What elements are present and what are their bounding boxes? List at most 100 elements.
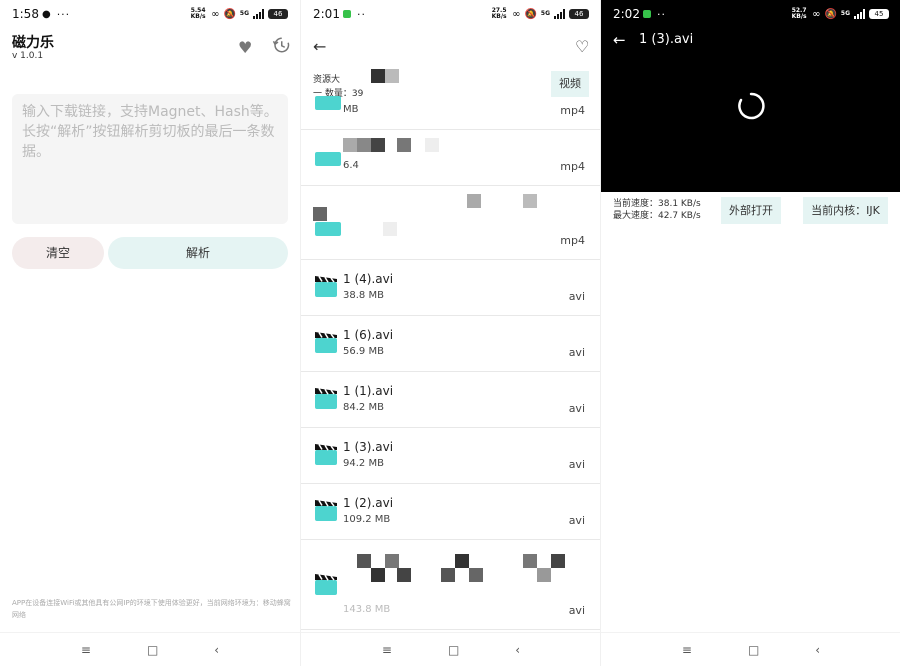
mute-bell-icon: 🔕 — [824, 8, 837, 20]
net-speed: 5.54 KB/s — [190, 7, 206, 20]
history-icon[interactable] — [272, 36, 290, 54]
file-ext: mp4 — [560, 104, 585, 117]
back-nav-icon[interactable]: ‹ — [815, 643, 820, 657]
file-size: 56.9 MB — [343, 346, 384, 357]
more-dots-icon: ·· — [356, 7, 366, 21]
battery-icon: 46 — [268, 9, 288, 19]
file-row[interactable]: MB mp4 — [301, 74, 600, 130]
signal-type: 5G — [540, 10, 550, 17]
back-nav-icon[interactable]: ‹ — [515, 643, 520, 657]
three-phone-screens: 1:58 ● ··· 5.54 KB/s ∞ 🔕 5G 46 磁力乐 v 1.0… — [0, 0, 900, 666]
player-core-button[interactable]: 当前内核：IJK — [803, 197, 888, 224]
file-size: 38.8 MB — [343, 290, 384, 301]
file-name: 1 (3).avi — [343, 440, 394, 454]
app-title: 磁力乐 — [12, 35, 54, 51]
file-row[interactable]: 1 (6).avi 56.9 MB avi — [301, 316, 600, 372]
redaction-mosaic — [385, 554, 399, 568]
back-arrow-icon[interactable]: ← — [613, 31, 626, 49]
file-row[interactable]: 1 (1).avi 84.2 MB avi — [301, 372, 600, 428]
net-speed: 27.5 KB/s — [491, 7, 507, 20]
home-nav-icon[interactable]: □ — [448, 643, 459, 657]
redaction-mosaic — [441, 568, 455, 582]
link-input[interactable]: 输入下载链接，支持Magnet、Hash等。 长按“解析”按钮解析剪切板的最后一… — [12, 94, 288, 224]
redaction-mosaic — [455, 554, 469, 568]
net-speed: 52.7 KB/s — [791, 7, 807, 20]
link-input-placeholder: 输入下载链接，支持Magnet、Hash等。 长按“解析”按钮解析剪切板的最后一… — [22, 104, 278, 160]
signal-icon — [554, 9, 565, 19]
home-nav-icon[interactable]: □ — [147, 643, 158, 657]
signal-icon — [854, 9, 865, 19]
file-size: 94.2 MB — [343, 458, 384, 469]
status-time: 1:58 — [12, 7, 39, 21]
file-ext: avi — [568, 514, 585, 527]
status-time: 2:01 — [313, 7, 340, 21]
file-ext: avi — [568, 290, 585, 303]
menu-nav-icon[interactable]: ≡ — [81, 643, 91, 657]
home-screen: 1:58 ● ··· 5.54 KB/s ∞ 🔕 5G 46 磁力乐 v 1.0… — [0, 0, 300, 666]
file-size: 109.2 MB — [343, 514, 391, 525]
home-nav-icon[interactable]: □ — [748, 643, 759, 657]
file-ext: avi — [568, 458, 585, 471]
file-ext: avi — [568, 402, 585, 415]
back-nav-icon[interactable]: ‹ — [214, 643, 219, 657]
clapperboard-icon — [315, 500, 337, 521]
clapperboard-icon — [315, 96, 341, 110]
file-row[interactable]: 1 (4).avi 38.8 MB avi — [301, 260, 600, 316]
file-ext: avi — [568, 346, 585, 359]
file-ext: mp4 — [560, 160, 585, 173]
redaction-mosaic — [551, 554, 565, 568]
redaction-mosaic — [469, 568, 483, 582]
app-notify-icon — [642, 10, 651, 18]
battery-icon: 45 — [869, 9, 889, 19]
redaction-mosaic — [371, 568, 385, 582]
link-icon: ∞ — [812, 8, 821, 20]
clear-button[interactable]: 清空 — [12, 237, 104, 269]
signal-type: 5G — [840, 10, 850, 17]
file-row[interactable]: 6.4 mp4 — [301, 130, 600, 186]
file-row[interactable]: 1 (3).avi 94.2 MB avi — [301, 428, 600, 484]
more-dots-icon: ·· — [656, 7, 666, 21]
app-version: v 1.0.1 — [12, 51, 44, 61]
file-name: 1 (2).avi — [343, 496, 394, 510]
redaction-mosaic — [357, 554, 371, 568]
menu-nav-icon[interactable]: ≡ — [382, 643, 392, 657]
file-row[interactable]: 143.8 MB avi — [301, 540, 600, 630]
signal-icon — [253, 9, 264, 19]
video-player[interactable]: 2:02 ·· 52.7 KB/s ∞ 🔕 5G 45 ← 1 (3).avi — [601, 0, 900, 192]
status-bar: 1:58 ● ··· 5.54 KB/s ∞ 🔕 5G 46 — [0, 0, 300, 28]
file-name: 1 (6).avi — [343, 328, 394, 342]
file-row[interactable]: 1 (2).avi 109.2 MB avi — [301, 484, 600, 540]
heart-outline-icon[interactable]: ♡ — [575, 37, 589, 56]
menu-nav-icon[interactable]: ≡ — [682, 643, 692, 657]
speed-info: 当前速度：38.1 KB/s 最大速度：42.7 KB/s — [613, 198, 701, 222]
status-bar: 2:01 ·· 27.5 KB/s ∞ 🔕 5G 46 — [301, 0, 600, 28]
system-nav-bar: ≡ □ ‹ — [0, 632, 300, 666]
system-nav-bar: ≡ □ ‹ — [301, 632, 600, 666]
parse-button[interactable]: 解析 — [108, 237, 288, 269]
file-name: 1 (1).avi — [343, 384, 394, 398]
clapperboard-icon — [315, 332, 337, 353]
status-time: 2:02 — [613, 7, 640, 21]
current-speed: 当前速度：38.1 KB/s — [613, 199, 701, 209]
file-ext: mp4 — [560, 234, 585, 247]
redaction-mosaic — [523, 554, 537, 568]
redaction-mosaic — [397, 568, 411, 582]
file-name: 1 (4).avi — [343, 272, 394, 286]
link-icon: ∞ — [211, 8, 220, 20]
file-size: 84.2 MB — [343, 402, 384, 413]
file-list-screen: 2:01 ·· 27.5 KB/s ∞ 🔕 5G 46 ← ♡ 资源大 一 数量… — [300, 0, 600, 666]
signal-type: 5G — [239, 10, 249, 17]
clapperboard-icon — [315, 276, 337, 297]
battery-icon: 46 — [569, 9, 589, 19]
back-arrow-icon[interactable]: ← — [313, 37, 326, 56]
clapperboard-icon — [315, 574, 337, 595]
clapperboard-icon — [315, 222, 341, 236]
loading-spinner-icon — [738, 92, 765, 120]
clapperboard-icon — [315, 388, 337, 409]
more-dots-icon: ··· — [56, 7, 71, 21]
clapperboard-icon — [315, 152, 341, 166]
heart-icon[interactable]: ♥ — [238, 38, 252, 57]
file-row[interactable]: mp4 — [301, 186, 600, 260]
video-title: 1 (3).avi — [639, 32, 694, 47]
external-open-button[interactable]: 外部打开 — [721, 197, 781, 224]
